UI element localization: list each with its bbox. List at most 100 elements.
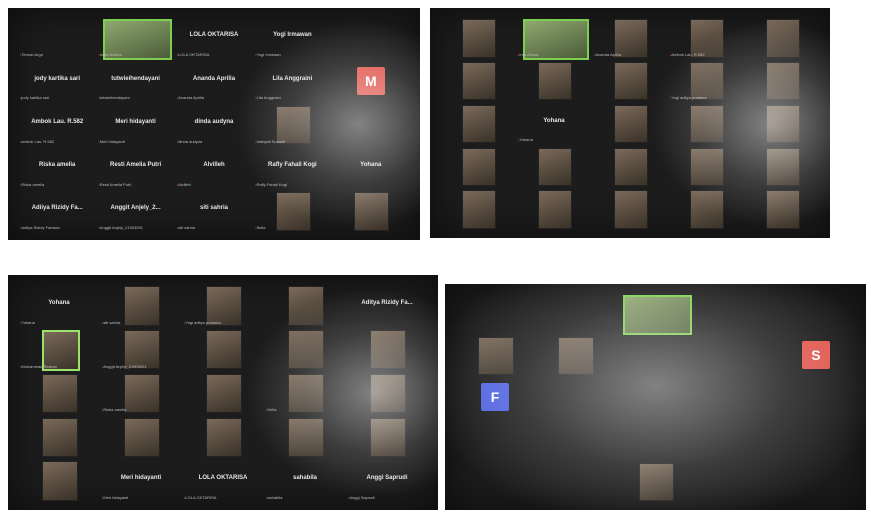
participant-video — [766, 62, 800, 101]
participant-tile — [696, 292, 776, 334]
participant-tile: LOLA OKTARISA LOLA OKTARISA — [182, 458, 264, 502]
participant-name: Anggi Saprudi — [366, 474, 408, 481]
participant-video — [369, 417, 407, 457]
participant-tile: Meri hidayanti Meri hidayanti — [100, 458, 182, 502]
participant-tile: jody kartika sari jody kartika sari — [18, 59, 96, 102]
participant-tile — [668, 102, 744, 145]
participant-video — [287, 330, 325, 370]
participant-tile — [744, 187, 820, 230]
participant-tile — [455, 292, 535, 334]
zoom-screenshot-3: Yohana Yohana siti sahria Yogi aditya prata… — [8, 275, 438, 510]
participant-tile — [332, 102, 410, 145]
zoom-screenshot-4: SF — [445, 284, 866, 510]
participant-tile — [535, 292, 615, 334]
participant-video — [614, 147, 648, 186]
participant-video — [462, 190, 496, 229]
participant-tile: siti sahria — [100, 283, 182, 327]
participant-label: Ananda Aprilia — [594, 52, 621, 57]
participant-video — [614, 104, 648, 144]
participant-name: Yogi Irmawan — [273, 32, 312, 39]
participant-video — [690, 190, 724, 229]
participant-tile: Sella — [264, 371, 346, 415]
participant-label: LOLA OKTARISA — [184, 495, 216, 500]
participant-name: jody kartika sari — [34, 75, 81, 82]
participant-tile: Sella — [253, 189, 331, 232]
participant-name: tutwieihendayani — [111, 75, 160, 82]
participant-tile: dinda audyna dinda audyna — [175, 102, 253, 145]
participant-tile — [516, 144, 592, 187]
participant-tile — [455, 418, 535, 460]
participant-label: Yogi aditya pratama — [670, 95, 706, 100]
participant-video — [614, 190, 648, 229]
participant-tile: Indriyati Susanti — [253, 102, 331, 145]
participant-tile — [455, 334, 535, 376]
participant-label: Sella — [266, 407, 276, 412]
participant-avatar: M — [356, 66, 385, 95]
participant-label: tutwieihendayani — [98, 95, 130, 100]
participant-name: Alvilleh — [203, 162, 225, 168]
participant-name: dinda audyna — [194, 118, 234, 125]
participant-video — [275, 192, 311, 231]
participant-tile — [264, 414, 346, 458]
participant-tile: Yogi Irmawan Yogi Irmawan — [253, 16, 331, 59]
participant-tile: Meri hidayanti Meri hidayanti — [96, 102, 174, 145]
participant-tile — [615, 376, 695, 418]
participant-name: Lila Anggraini — [272, 75, 313, 82]
participant-name: Aditya Rizidy Fa... — [361, 299, 413, 306]
participant-label: Inta Arisna — [518, 52, 538, 57]
participant-video — [538, 190, 572, 229]
participant-label: Anggi Saprudi — [348, 495, 374, 500]
participant-name: Meri hidayanti — [120, 474, 162, 481]
participant-label: Yohana — [20, 320, 34, 325]
participant-tile — [744, 59, 820, 102]
participant-tile — [696, 376, 776, 418]
participant-label: Resti Amelia Putri — [98, 182, 132, 187]
participant-tile — [264, 327, 346, 371]
participant-video — [41, 461, 79, 501]
participant-video — [614, 62, 648, 101]
participant-tile — [516, 187, 592, 230]
participant-tile: Yogi aditya pratama — [668, 59, 744, 102]
participant-tile — [535, 460, 615, 502]
participant-video — [462, 147, 496, 186]
participant-video — [638, 463, 675, 501]
participant-label: ambok Lau. R.582 — [20, 139, 54, 144]
participant-video — [123, 286, 161, 326]
participant-name: Riska amelia — [39, 162, 76, 168]
participant-video — [287, 417, 325, 457]
participant-name: sahabila — [292, 474, 317, 481]
participant-tile — [592, 187, 668, 230]
participant-tile — [182, 414, 264, 458]
participant-label: dinda audyna — [177, 139, 202, 144]
participant-name: Anggit Anjely_2... — [110, 205, 161, 212]
participant-tile — [535, 418, 615, 460]
participant-tile: Ananda Aprilia — [592, 16, 668, 59]
participant-avatar: S — [802, 341, 830, 369]
participant-label: Indriyati Susanti — [255, 139, 285, 144]
participant-tile — [182, 371, 264, 415]
participant-name: Yohana — [360, 162, 382, 168]
participant-video — [622, 295, 693, 335]
participant-label: Yohana — [518, 137, 532, 142]
participant-tile — [440, 102, 516, 145]
participant-tile: Intan Anisha — [96, 16, 174, 60]
participant-label: Aditya Rizidy Fanwan — [20, 225, 59, 230]
participant-video — [287, 286, 325, 326]
participant-tile — [776, 460, 856, 502]
participant-video — [462, 104, 496, 144]
participant-tile: siti sahria siti sahria — [175, 189, 253, 232]
participant-tile — [18, 414, 100, 458]
participant-tile: Ananda Aprilia Ananda Aprilia — [175, 59, 253, 102]
participant-tile: Yogi aditya pratama — [182, 283, 264, 327]
participant-tile — [264, 283, 346, 327]
participant-name: Adiiya Rizidy Fa... — [31, 205, 83, 212]
participant-name: Meri hidayanti — [115, 118, 156, 125]
participant-tile — [776, 292, 856, 334]
participant-tile — [182, 327, 264, 371]
participant-tile — [440, 187, 516, 230]
participant-tile — [100, 414, 182, 458]
participant-video — [354, 192, 390, 231]
participant-video — [690, 147, 724, 186]
participant-tile — [535, 334, 615, 376]
participant-tile — [776, 376, 856, 418]
